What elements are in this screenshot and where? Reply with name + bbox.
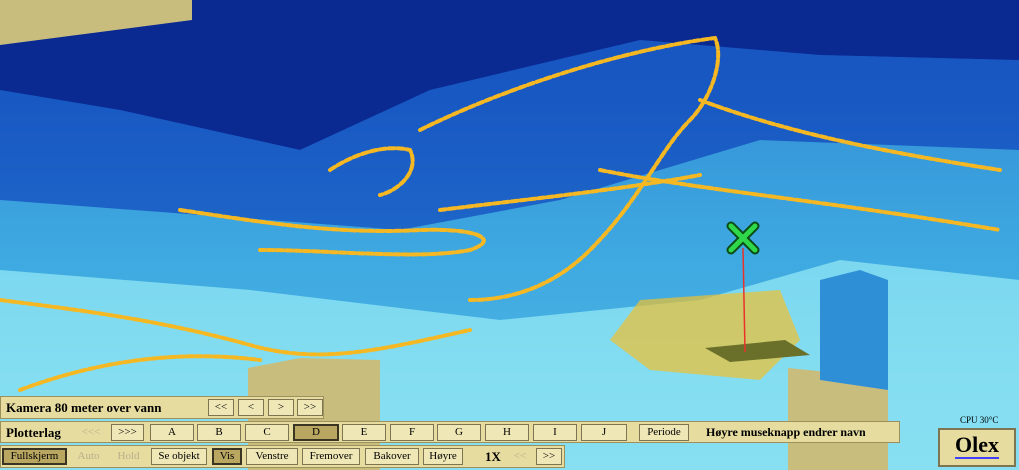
plotter-layer-c[interactable]: C bbox=[245, 424, 289, 441]
plotter-next-button[interactable]: >>> bbox=[111, 424, 144, 441]
plotter-layer-a[interactable]: A bbox=[150, 424, 194, 441]
plotter-layer-d[interactable]: D bbox=[293, 424, 339, 441]
toolbar-panel: Fullskjerm Auto Hold Se objekt Vis Venst… bbox=[0, 445, 565, 468]
camera-label: Kamera 80 meter over vann bbox=[6, 400, 162, 415]
olex-logo-text: Olex bbox=[955, 432, 999, 459]
plotter-layer-g[interactable]: G bbox=[437, 424, 481, 441]
auto-button[interactable]: Auto bbox=[71, 448, 106, 465]
faster-button[interactable]: >> bbox=[536, 448, 562, 465]
plotter-layer-h[interactable]: H bbox=[485, 424, 529, 441]
plotter-layer-i[interactable]: I bbox=[533, 424, 577, 441]
backward-button[interactable]: Bakover bbox=[365, 448, 419, 465]
plotter-layer-b[interactable]: B bbox=[197, 424, 241, 441]
fullscreen-button[interactable]: Fullskjerm bbox=[2, 448, 67, 465]
right-button[interactable]: Høyre bbox=[423, 448, 463, 465]
camera-forward-button[interactable]: > bbox=[268, 399, 294, 416]
left-button[interactable]: Venstre bbox=[246, 448, 298, 465]
camera-fast-back-button[interactable]: << bbox=[208, 399, 234, 416]
fg-ridge bbox=[820, 270, 888, 390]
plotter-layer-f[interactable]: F bbox=[390, 424, 434, 441]
plotter-panel: Plotterlag <<< >>> A B C D E F G H I J P… bbox=[0, 421, 900, 443]
plotter-hint: Høyre museknapp endrer navn bbox=[706, 425, 866, 439]
show-button[interactable]: Vis bbox=[212, 448, 242, 465]
camera-panel: Kamera 80 meter over vann << < > >> bbox=[0, 396, 324, 419]
period-button[interactable]: Periode bbox=[639, 424, 689, 441]
camera-fast-forward-button[interactable]: >> bbox=[297, 399, 323, 416]
plotter-label: Plotterlag bbox=[6, 425, 61, 440]
forward-button[interactable]: Fremover bbox=[302, 448, 360, 465]
plotter-layer-j[interactable]: J bbox=[581, 424, 627, 441]
cpu-status: CPU 30°C bbox=[960, 415, 999, 425]
hold-button[interactable]: Hold bbox=[111, 448, 146, 465]
plotter-layer-e[interactable]: E bbox=[342, 424, 386, 441]
see-object-button[interactable]: Se objekt bbox=[151, 448, 207, 465]
camera-back-button[interactable]: < bbox=[238, 399, 264, 416]
plotter-prev-button[interactable]: <<< bbox=[76, 424, 106, 441]
speed-label: 1X bbox=[485, 449, 501, 464]
olex-logo: Olex bbox=[938, 428, 1016, 467]
slower-button[interactable]: << bbox=[508, 448, 532, 465]
